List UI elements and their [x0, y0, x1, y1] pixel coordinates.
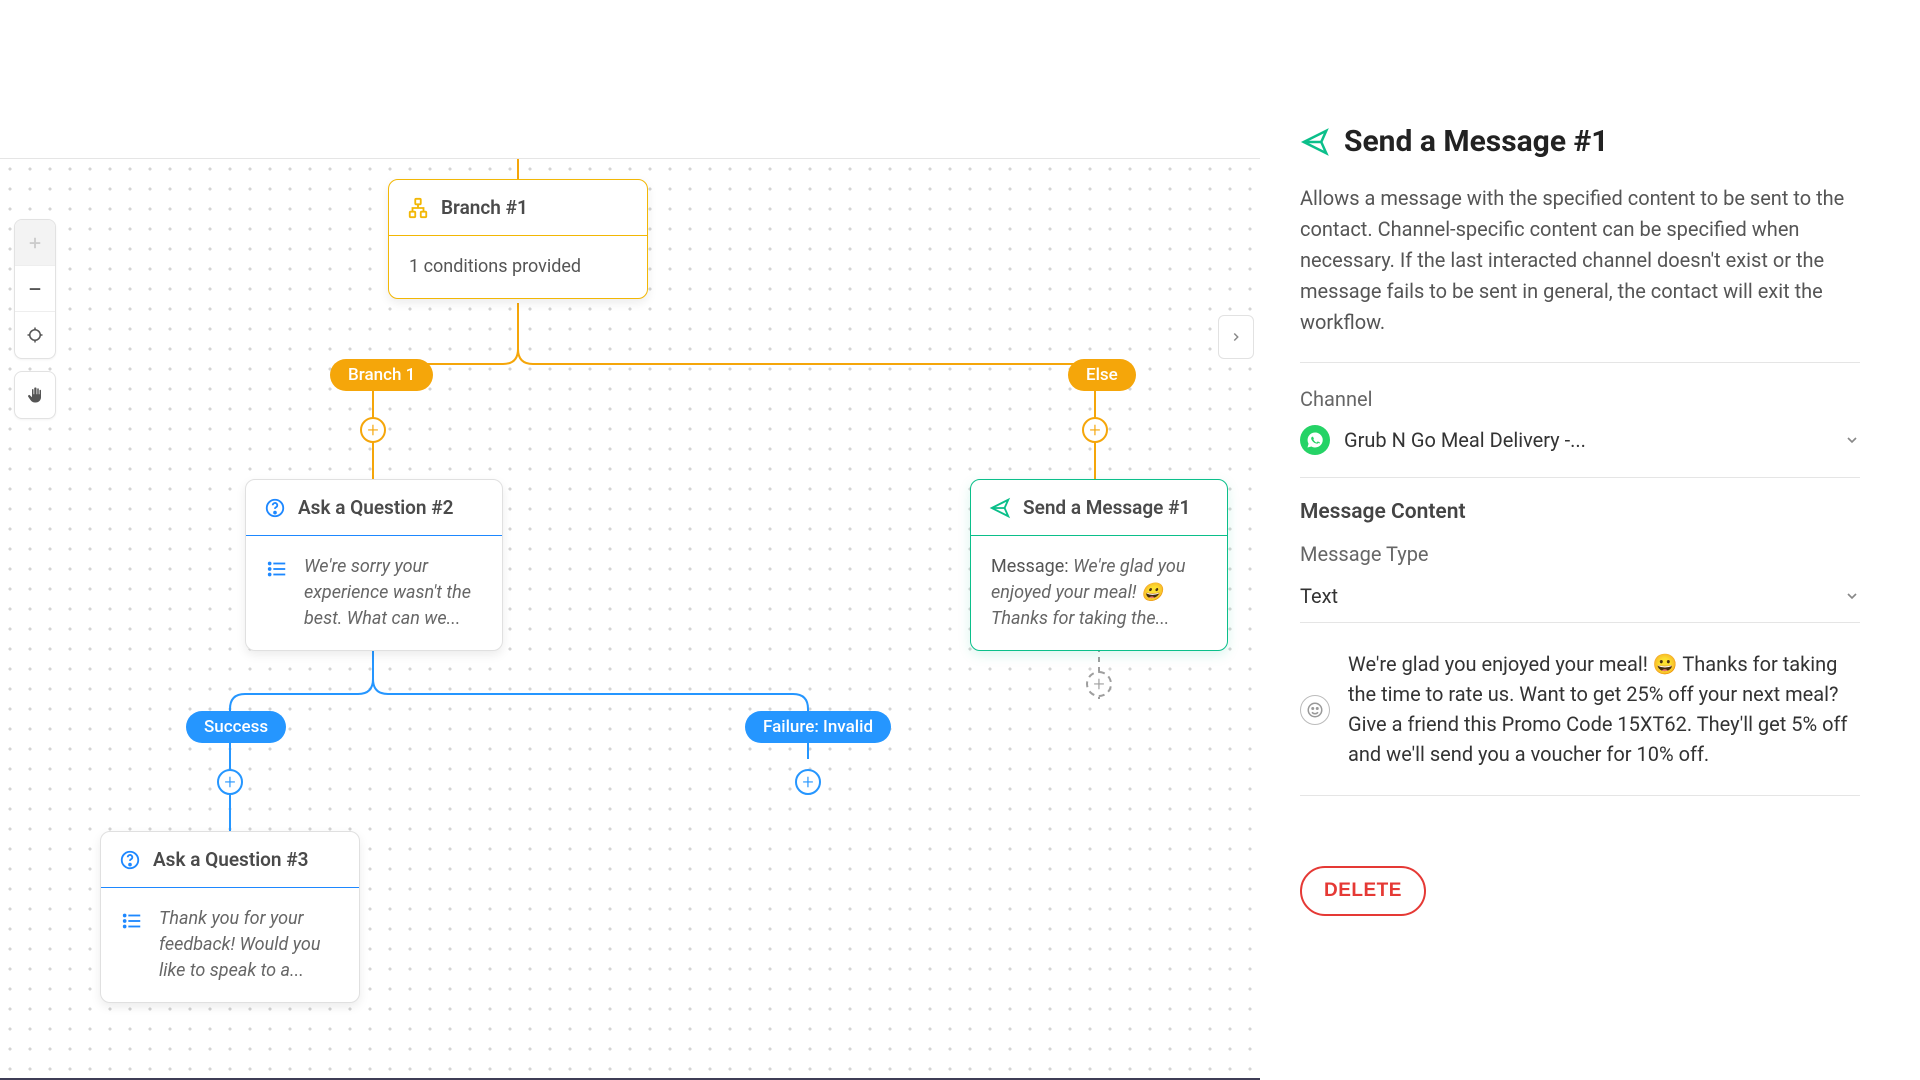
ask3-title: Ask a Question #3 — [153, 848, 308, 871]
ask-question-2-node[interactable]: Ask a Question #2 We're sorry your exper… — [245, 479, 503, 651]
send-message-1-node[interactable]: Send a Message #1 Message: We're glad yo… — [970, 479, 1228, 651]
ask2-title: Ask a Question #2 — [298, 496, 453, 519]
collapse-panel-button[interactable] — [1218, 315, 1254, 359]
workflow-canvas[interactable]: Branch #1 1 conditions provided Ask a Qu… — [0, 158, 1260, 1080]
emoji-picker-button[interactable] — [1300, 695, 1330, 725]
list-icon — [121, 910, 143, 932]
panel-title-row: Send a Message #1 — [1300, 124, 1860, 159]
chevron-down-icon — [1844, 588, 1860, 604]
send-icon — [1300, 127, 1330, 157]
delete-button[interactable]: DELETE — [1300, 866, 1426, 916]
message-body: We're glad you enjoyed your meal! 😀 Than… — [1348, 649, 1860, 769]
canvas-toolbar — [14, 219, 56, 431]
panel-description: Allows a message with the specified cont… — [1300, 183, 1860, 363]
add-step-failure[interactable]: + — [795, 769, 821, 795]
add-step-branch1[interactable]: + — [360, 417, 386, 443]
whatsapp-icon — [1300, 425, 1330, 455]
zoom-in-button[interactable] — [15, 220, 55, 266]
add-step-else[interactable]: + — [1082, 417, 1108, 443]
panel-title: Send a Message #1 — [1344, 124, 1608, 159]
branch-node-body: 1 conditions provided — [409, 254, 581, 280]
message-type-value: Text — [1300, 584, 1338, 608]
branch1-pill[interactable]: Branch 1 — [330, 359, 433, 391]
ask-question-3-node[interactable]: Ask a Question #3 Thank you for your fee… — [100, 831, 360, 1003]
message-editor[interactable]: We're glad you enjoyed your meal! 😀 Than… — [1300, 649, 1860, 796]
channel-value: Grub N Go Meal Delivery -... — [1344, 428, 1830, 452]
success-pill[interactable]: Success — [186, 711, 286, 743]
recenter-button[interactable] — [15, 312, 55, 358]
list-icon — [266, 558, 288, 580]
side-panel: Send a Message #1 Allows a message with … — [1260, 0, 1920, 1080]
chevron-down-icon — [1844, 432, 1860, 448]
add-step-after-send[interactable]: + — [1086, 671, 1112, 697]
ask2-body: We're sorry your experience wasn't the b… — [304, 554, 482, 632]
ask3-body: Thank you for your feedback! Would you l… — [159, 906, 339, 984]
branch-node-title: Branch #1 — [441, 196, 528, 219]
branch-node[interactable]: Branch #1 1 conditions provided — [388, 179, 648, 299]
message-type-label: Message Type — [1300, 542, 1860, 566]
add-step-success[interactable]: + — [217, 769, 243, 795]
zoom-out-button[interactable] — [15, 266, 55, 312]
send1-prefix: Message: — [991, 556, 1073, 577]
channel-label: Channel — [1300, 387, 1860, 411]
message-content-label: Message Content — [1300, 500, 1860, 524]
failure-pill[interactable]: Failure: Invalid — [745, 711, 891, 743]
else-pill[interactable]: Else — [1068, 359, 1136, 391]
pan-hand-button[interactable] — [15, 372, 55, 418]
message-type-select[interactable]: Text — [1300, 576, 1860, 623]
channel-select[interactable]: Grub N Go Meal Delivery -... — [1300, 421, 1860, 478]
send1-title: Send a Message #1 — [1023, 496, 1190, 519]
